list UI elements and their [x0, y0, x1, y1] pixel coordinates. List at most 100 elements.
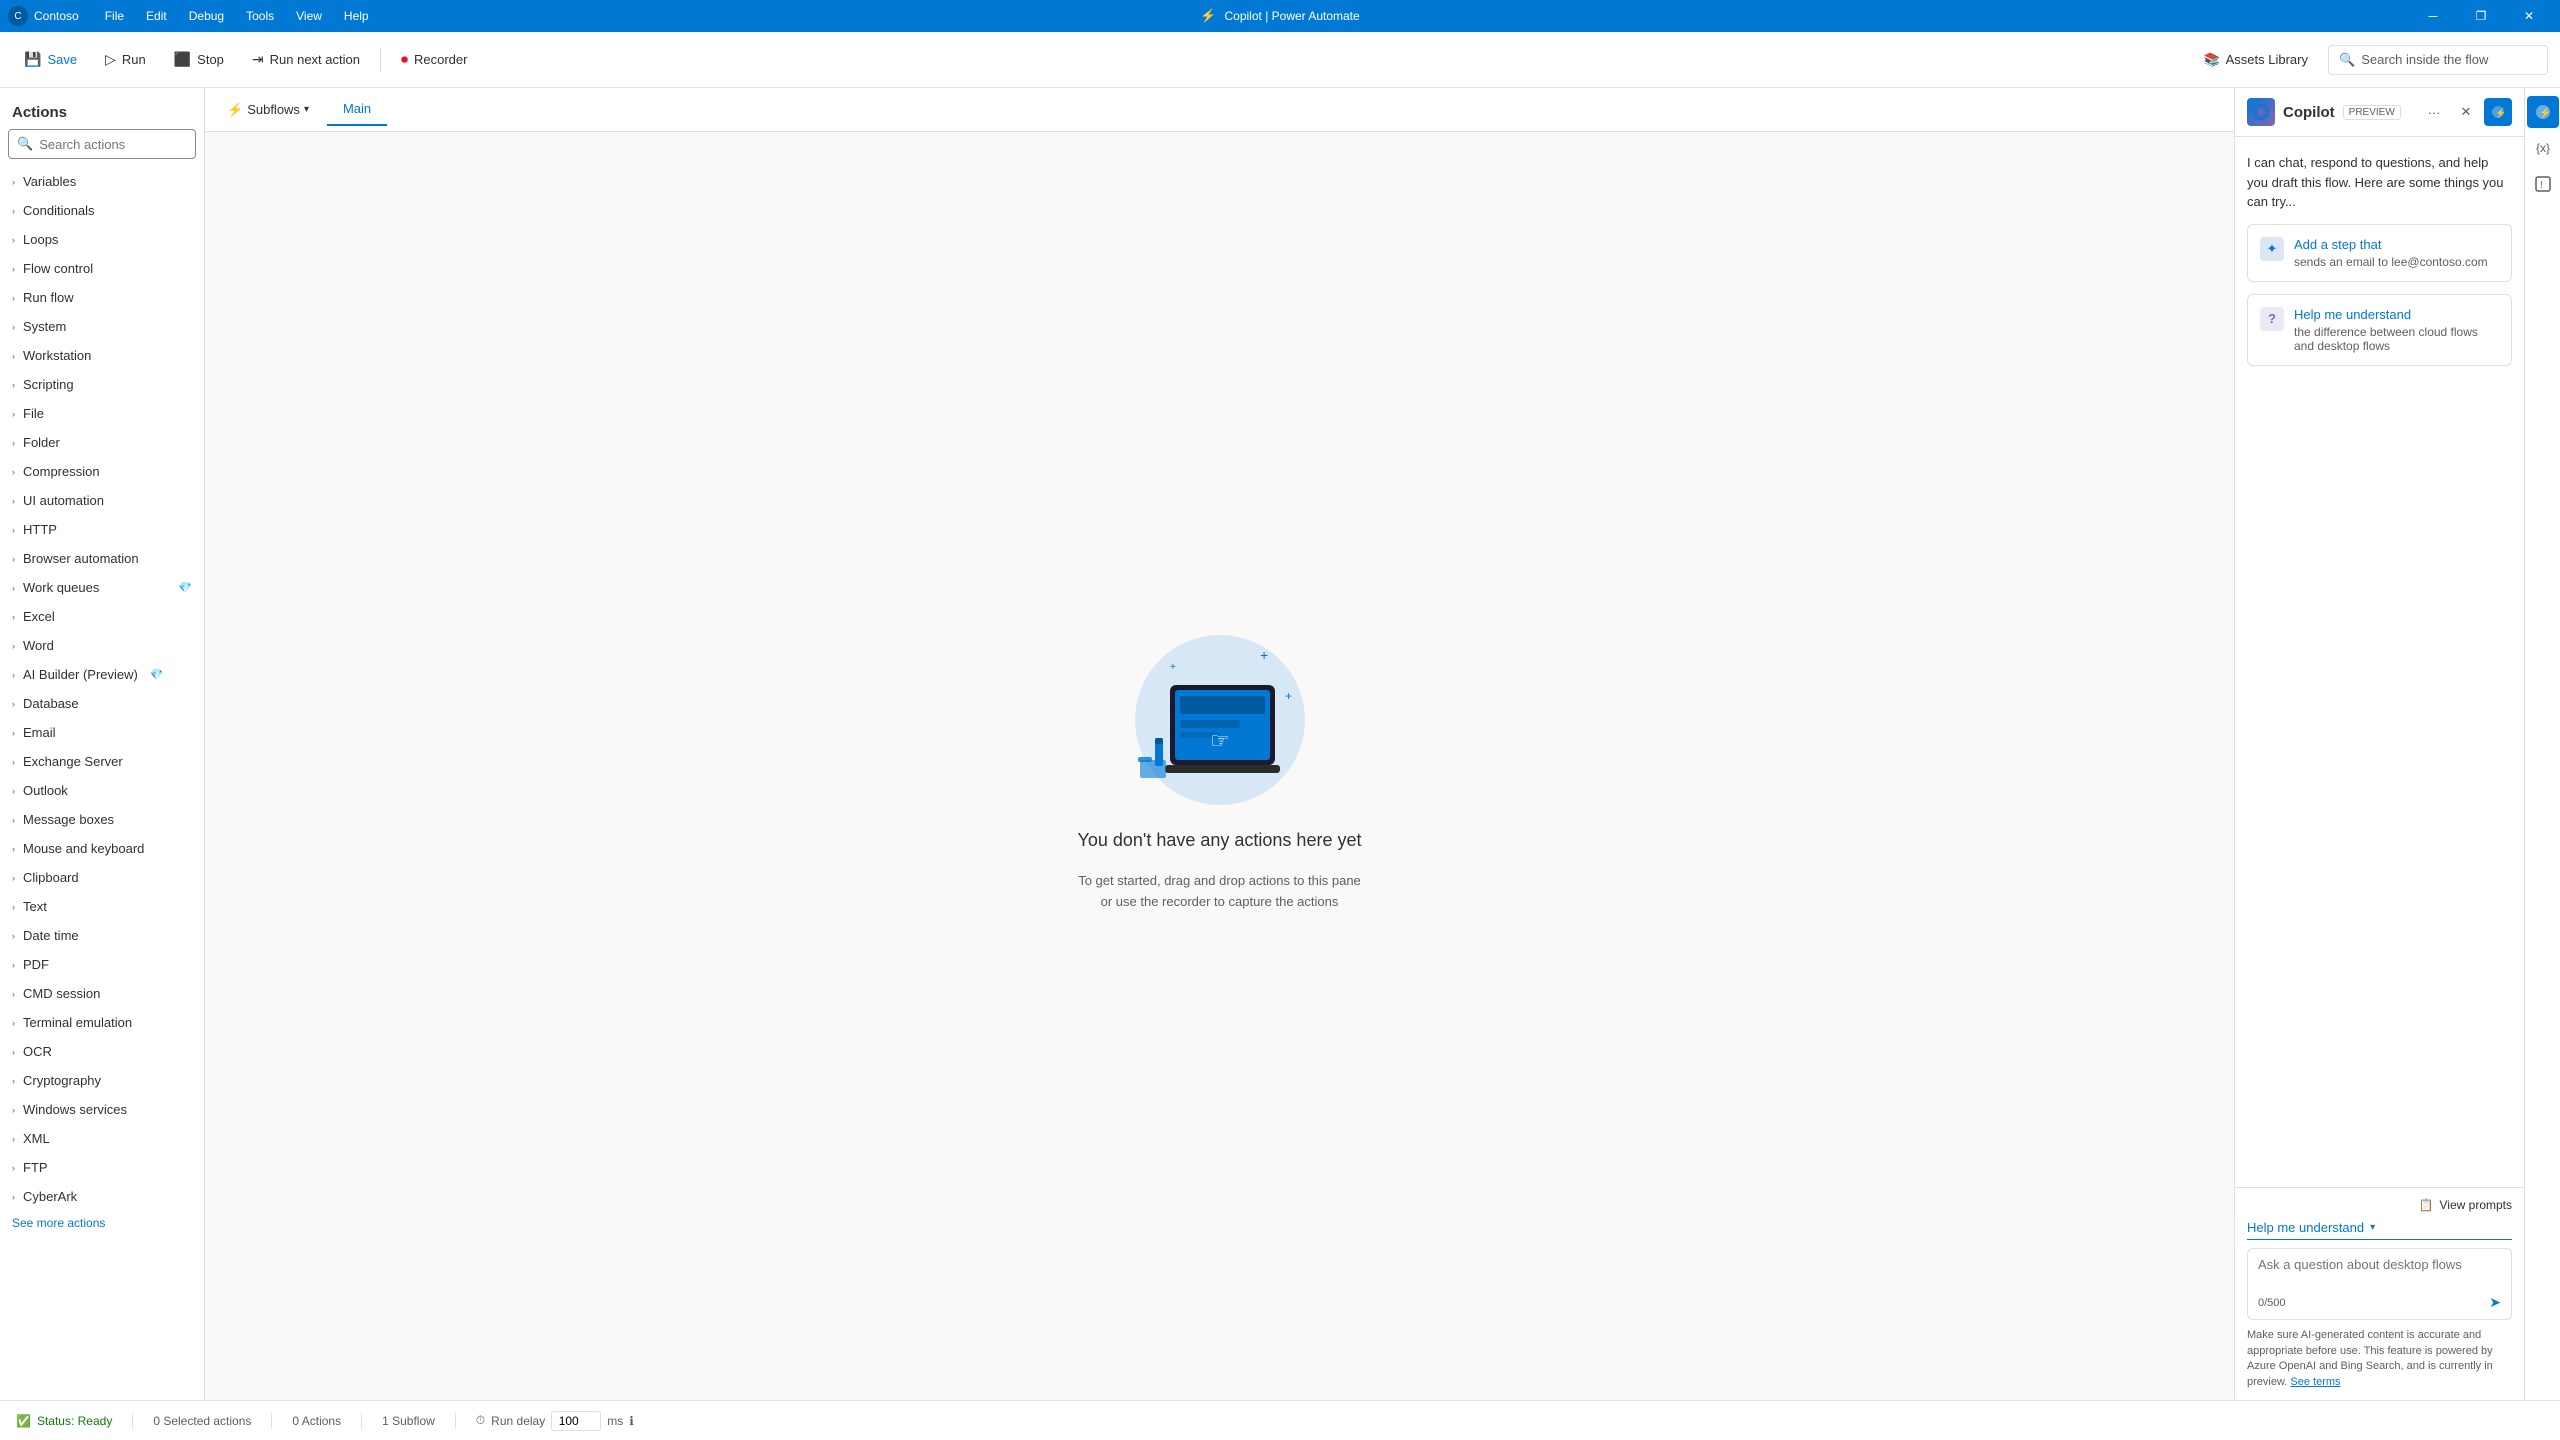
action-email[interactable]: › Email [0, 718, 204, 747]
recorder-button[interactable]: ⏺ Recorder [389, 45, 479, 74]
action-variables[interactable]: › Variables [0, 167, 204, 196]
actions-sidebar: Actions 🔍 › Variables › Conditionals › L… [0, 88, 205, 1400]
menu-tools[interactable]: Tools [236, 5, 284, 27]
titlebar-window-controls: ─ ❐ ✕ [2410, 0, 2552, 32]
action-http[interactable]: › HTTP [0, 515, 204, 544]
close-button[interactable]: ✕ [2506, 0, 2552, 32]
menu-help[interactable]: Help [334, 5, 379, 27]
status-separator [132, 1413, 133, 1429]
action-database[interactable]: › Database [0, 689, 204, 718]
action-pdf[interactable]: › PDF [0, 950, 204, 979]
action-flow-control[interactable]: › Flow control [0, 254, 204, 283]
action-workstation[interactable]: › Workstation [0, 341, 204, 370]
menu-view[interactable]: View [286, 5, 332, 27]
run-button[interactable]: ▷ Run [93, 45, 158, 74]
action-scripting[interactable]: › Scripting [0, 370, 204, 399]
action-message-boxes[interactable]: › Message boxes [0, 805, 204, 834]
action-cmd-session[interactable]: › CMD session [0, 979, 204, 1008]
minimize-button[interactable]: ─ [2410, 0, 2456, 32]
errors-icon-button[interactable]: ! [2527, 168, 2559, 200]
save-button[interactable]: 💾 Save [12, 45, 89, 74]
action-system[interactable]: › System [0, 312, 204, 341]
action-excel[interactable]: › Excel [0, 602, 204, 631]
action-label: Excel [23, 609, 55, 624]
actions-search-container[interactable]: 🔍 [8, 129, 196, 159]
actions-header: Actions [0, 88, 204, 129]
action-ocr[interactable]: › OCR [0, 1037, 204, 1066]
restore-button[interactable]: ❐ [2458, 0, 2504, 32]
copilot-suggestion-help-understand[interactable]: ? Help me understand the difference betw… [2247, 294, 2512, 366]
chevron-icon: › [12, 757, 15, 767]
chevron-icon: › [12, 409, 15, 419]
stop-button[interactable]: ⬛ Stop [162, 45, 236, 74]
copilot-suggestion-add-step[interactable]: ✦ Add a step that sends an email to lee@… [2247, 224, 2512, 282]
right-icon-bar: ⚡ {x} ! [2524, 88, 2560, 1400]
chevron-icon: › [12, 322, 15, 332]
search-flow-container[interactable]: 🔍 Search inside the flow [2328, 45, 2548, 75]
action-label: Work queues [23, 580, 99, 595]
copilot-chat-input[interactable] [2258, 1257, 2501, 1287]
action-exchange-server[interactable]: › Exchange Server [0, 747, 204, 776]
suggestion-desc: sends an email to lee@contoso.com [2294, 255, 2488, 269]
action-ai-builder[interactable]: › AI Builder (Preview) 💎 [0, 660, 204, 689]
action-text[interactable]: › Text [0, 892, 204, 921]
action-cryptography[interactable]: › Cryptography [0, 1066, 204, 1095]
action-outlook[interactable]: › Outlook [0, 776, 204, 805]
action-windows-services[interactable]: › Windows services [0, 1095, 204, 1124]
copilot-more-button[interactable]: ··· [2420, 98, 2448, 126]
action-xml[interactable]: › XML [0, 1124, 204, 1153]
copilot-active-button[interactable]: ⚡ [2484, 98, 2512, 126]
main-tab[interactable]: Main [327, 93, 387, 126]
see-terms-link[interactable]: See terms [2290, 1376, 2340, 1388]
action-folder[interactable]: › Folder [0, 428, 204, 457]
assets-library-button[interactable]: 📚 Assets Library [2191, 46, 2320, 74]
action-clipboard[interactable]: › Clipboard [0, 863, 204, 892]
action-terminal-emulation[interactable]: › Terminal emulation [0, 1008, 204, 1037]
char-counter: 0/500 [2258, 1297, 2286, 1309]
view-prompts-button[interactable]: 📋 View prompts [2247, 1198, 2512, 1212]
action-label: Exchange Server [23, 754, 123, 769]
menu-file[interactable]: File [95, 5, 134, 27]
action-label: Clipboard [23, 870, 79, 885]
variables-icon-button[interactable]: {x} [2527, 132, 2559, 164]
chevron-icon: › [12, 728, 15, 738]
action-ui-automation[interactable]: › UI automation [0, 486, 204, 515]
action-word[interactable]: › Word [0, 631, 204, 660]
recorder-icon: ⏺ [401, 51, 408, 68]
menu-debug[interactable]: Debug [179, 5, 234, 27]
action-conditionals[interactable]: › Conditionals [0, 196, 204, 225]
copilot-icon-button[interactable]: ⚡ [2527, 96, 2559, 128]
action-compression[interactable]: › Compression [0, 457, 204, 486]
menu-edit[interactable]: Edit [136, 5, 177, 27]
send-button[interactable]: ➤ [2489, 1294, 2501, 1311]
chevron-icon: › [12, 612, 15, 622]
action-loops[interactable]: › Loops [0, 225, 204, 254]
action-ftp[interactable]: › FTP [0, 1153, 204, 1182]
chevron-icon: › [12, 1163, 15, 1173]
action-mouse-keyboard[interactable]: › Mouse and keyboard [0, 834, 204, 863]
action-browser-automation[interactable]: › Browser automation [0, 544, 204, 573]
svg-text:⚡: ⚡ [2495, 107, 2505, 119]
run-next-action-button[interactable]: ⇥ Run next action [240, 45, 372, 74]
action-file[interactable]: › File [0, 399, 204, 428]
titlebar-menu: File Edit Debug Tools View Help [95, 5, 379, 27]
action-date-time[interactable]: › Date time [0, 921, 204, 950]
see-more-actions-link[interactable]: See more actions [0, 1208, 117, 1238]
search-input[interactable] [39, 137, 187, 152]
action-label: CyberArk [23, 1189, 77, 1204]
action-label: AI Builder (Preview) [23, 667, 138, 682]
action-cyberark[interactable]: › CyberArk [0, 1182, 204, 1211]
canvas-area: ⚡ Subflows ▾ Main + + + · [205, 88, 2234, 1400]
copilot-logo [2247, 98, 2275, 126]
main-layout: Actions 🔍 › Variables › Conditionals › L… [0, 88, 2560, 1400]
subflows-button[interactable]: ⚡ Subflows ▾ [217, 96, 319, 124]
copilot-title: Copilot [2283, 104, 2335, 121]
copilot-close-button[interactable]: ✕ [2452, 98, 2480, 126]
action-label: FTP [23, 1160, 48, 1175]
action-label: OCR [23, 1044, 52, 1059]
copilot-input-area[interactable]: 0/500 ➤ [2247, 1248, 2512, 1320]
run-delay-input[interactable] [551, 1411, 601, 1431]
action-work-queues[interactable]: › Work queues 💎 [0, 573, 204, 602]
subflows-icon: ⚡ [227, 102, 243, 118]
action-run-flow[interactable]: › Run flow [0, 283, 204, 312]
